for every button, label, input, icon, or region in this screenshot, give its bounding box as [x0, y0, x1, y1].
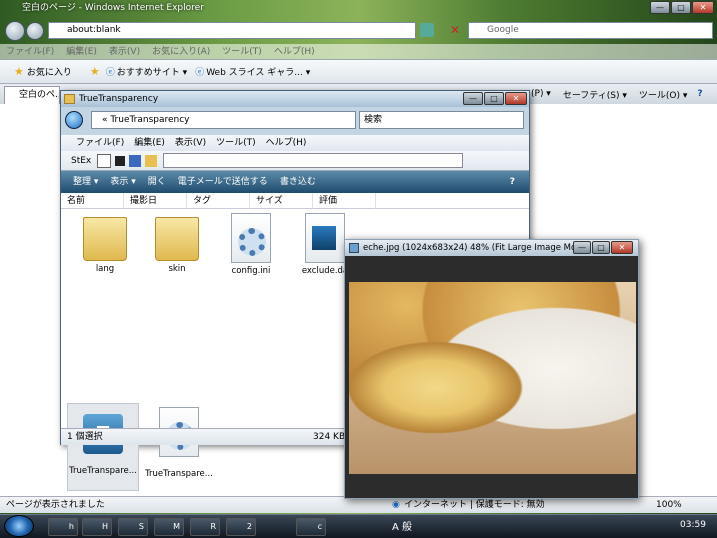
ie-menu-help[interactable]: ヘルプ(H): [268, 44, 321, 60]
start-button[interactable]: [4, 515, 34, 537]
taskbar-button[interactable]: 2: [226, 518, 256, 536]
ie-icon: ⓔ: [105, 68, 115, 78]
explorer-address-bar[interactable]: « TrueTransparency: [91, 111, 356, 129]
help-icon[interactable]: ?: [693, 89, 706, 99]
add-favorite-icon[interactable]: ★: [90, 65, 100, 78]
ie-command-bar: (P) ▾ セーフティ(S) ▾ ツール(O) ▾ ?: [525, 86, 707, 102]
col-size[interactable]: サイズ: [250, 193, 313, 209]
taskbar-button[interactable]: R: [190, 518, 220, 536]
viewer-minimize-button[interactable]: —: [573, 241, 591, 254]
cmd-tools[interactable]: ツール(O) ▾: [633, 88, 694, 101]
taskbar-button[interactable]: M: [154, 518, 184, 536]
file-item[interactable]: skin: [141, 217, 213, 274]
cmd-email[interactable]: 電子メールで送信する: [172, 171, 274, 193]
taskbar-button[interactable]: c: [296, 518, 326, 536]
explorer-minimize-button[interactable]: —: [463, 92, 483, 105]
explorer-menu-bar: ファイル(F) 編集(E) 表示(V) ツール(T) ヘルプ(H): [61, 135, 529, 151]
folder-icon: [155, 217, 199, 261]
explorer-close-button[interactable]: ✕: [505, 92, 527, 105]
ie-menu-tools[interactable]: ツール(T): [216, 44, 268, 60]
fav-link-webslice[interactable]: Web スライス ギャラ... ▾: [206, 65, 310, 78]
explorer-column-headers: 名前 撮影日 タグ サイズ 評価: [61, 193, 529, 209]
favorites-button[interactable]: お気に入り: [27, 65, 72, 78]
console-icon[interactable]: [115, 155, 126, 166]
file-label: lang: [95, 264, 115, 274]
fav-link-suggested[interactable]: おすすめサイト ▾: [117, 65, 187, 78]
ie-menu-file[interactable]: ファイル(F): [0, 44, 60, 60]
ie-favorites-bar: ★ お気に入り ★ ⓔ おすすめサイト ▾ ⓔ Web スライス ギャラ... …: [0, 60, 717, 84]
explorer-maximize-button[interactable]: □: [484, 92, 504, 105]
file-item-selected[interactable]: T TrueTranspare...: [67, 403, 139, 491]
file-label: skin: [168, 264, 186, 274]
col-date[interactable]: 撮影日: [124, 193, 187, 209]
col-rating[interactable]: 評価: [313, 193, 376, 209]
stex-input[interactable]: [163, 153, 464, 168]
selection-size: 324 KB: [313, 432, 346, 442]
ie-menu-bar: ファイル(F) 編集(E) 表示(V) お気に入り(A) ツール(T) ヘルプ(…: [0, 44, 717, 60]
explorer-title: TrueTransparency: [61, 91, 529, 107]
ie-zone-text: インターネット | 保護モード: 無効: [404, 500, 545, 510]
stop-icon[interactable]: ✕: [448, 23, 462, 37]
file-item[interactable]: config.ini: [215, 213, 287, 276]
globe-icon: ◉: [392, 500, 400, 510]
ie-tab-blank[interactable]: 空白のペ...: [4, 86, 60, 104]
ex-menu-tools[interactable]: ツール(T): [211, 135, 261, 151]
ex-menu-view[interactable]: 表示(V): [170, 135, 211, 151]
ie-address-bar[interactable]: about:blank: [48, 22, 416, 39]
ie-title: 空白のページ - Windows Internet Explorer: [22, 3, 204, 13]
taskbar-button[interactable]: S: [118, 518, 148, 536]
ex-menu-help[interactable]: ヘルプ(H): [261, 135, 312, 151]
cmd-safety[interactable]: セーフティ(S) ▾: [557, 88, 633, 101]
ie-icon-2: ⓔ: [195, 68, 205, 78]
explorer-command-bar: 整理 ▾ 表示 ▾ 開く 電子メールで送信する 書き込む ?: [61, 171, 529, 193]
viewer-app-icon: [349, 243, 359, 253]
cmd-open[interactable]: 開く: [142, 171, 172, 193]
file-item[interactable]: lang: [69, 217, 141, 274]
settings-file-icon: [231, 213, 271, 263]
ie-menu-favorites[interactable]: お気に入り(A): [146, 44, 216, 60]
selection-count: 1 個選択: [67, 432, 103, 442]
egg-tart-photo: [349, 282, 636, 474]
ie-minimize-button[interactable]: —: [650, 1, 670, 14]
tool-icon[interactable]: [129, 154, 142, 167]
folder-open-icon[interactable]: [145, 154, 158, 167]
ie-menu-edit[interactable]: 編集(E): [60, 44, 103, 60]
file-label: config.ini: [231, 266, 271, 276]
viewer-maximize-button[interactable]: □: [592, 241, 610, 254]
star-icon: ★: [14, 65, 24, 78]
explorer-back-button[interactable]: [65, 111, 83, 129]
ie-maximize-button[interactable]: □: [671, 1, 691, 14]
image-viewer-window: eche.jpg (1024x683x24) 48% (Fit Large Im…: [344, 239, 639, 499]
file-label: TrueTranspare...: [69, 466, 137, 476]
explorer-search-box[interactable]: 検索: [359, 111, 524, 129]
ime-indicator[interactable]: A 般: [392, 518, 412, 533]
forward-button[interactable]: [26, 22, 44, 40]
col-tags[interactable]: タグ: [187, 193, 250, 209]
folder-icon: [83, 217, 127, 261]
clock[interactable]: 03:59: [680, 520, 706, 530]
ie-close-button[interactable]: ✕: [692, 1, 714, 14]
cmd-burn[interactable]: 書き込む: [274, 171, 322, 193]
cmd-organize[interactable]: 整理 ▾: [67, 171, 104, 193]
explorer-help-icon[interactable]: ?: [504, 171, 521, 193]
taskbar-button[interactable]: H: [82, 518, 112, 536]
file-label: TrueTranspare...: [145, 469, 213, 479]
ie-status-text: ページが表示されました: [6, 500, 105, 510]
taskbar-button[interactable]: h: [48, 518, 78, 536]
back-button[interactable]: [5, 21, 25, 41]
ie-zoom[interactable]: 100%: [656, 497, 682, 513]
folder-icon: [64, 94, 75, 104]
stex-label: StEx: [71, 155, 92, 166]
cmd-view[interactable]: 表示 ▾: [104, 171, 141, 193]
view-toggle-icon[interactable]: [97, 153, 112, 168]
viewer-close-button[interactable]: ✕: [611, 241, 633, 254]
ie-search-box[interactable]: Google: [468, 22, 713, 39]
ie-menu-view[interactable]: 表示(V): [103, 44, 146, 60]
ex-menu-file[interactable]: ファイル(F): [71, 135, 129, 151]
ex-menu-edit[interactable]: 編集(E): [129, 135, 170, 151]
explorer-extra-toolbar: StEx: [61, 151, 529, 171]
col-name[interactable]: 名前: [61, 193, 124, 209]
media-file-icon: [305, 213, 345, 263]
refresh-icon[interactable]: [420, 23, 434, 37]
